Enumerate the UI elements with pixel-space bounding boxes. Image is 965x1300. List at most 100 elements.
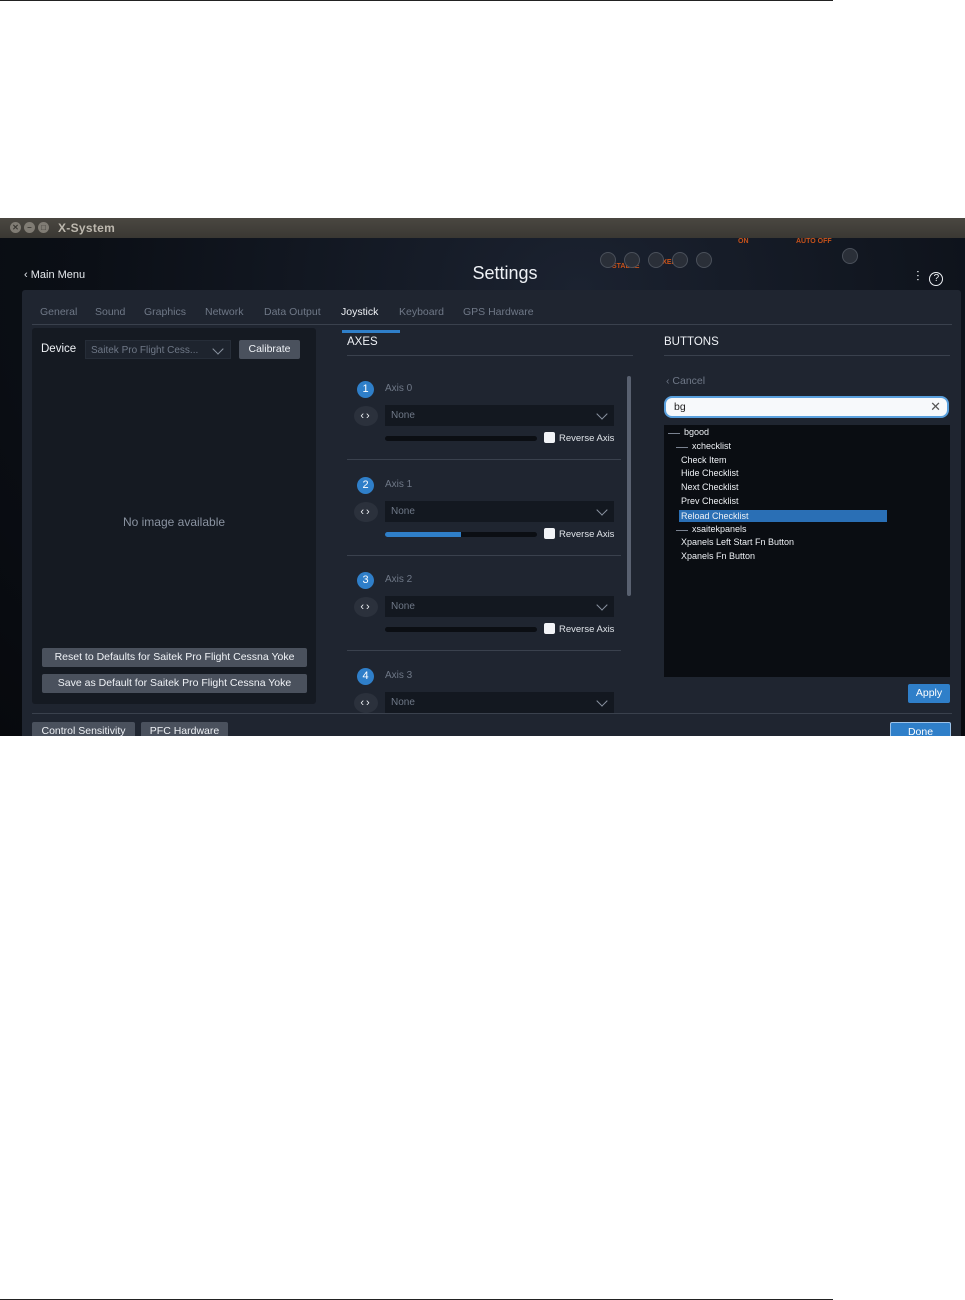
tree-branch-line: [676, 530, 688, 531]
tree-item[interactable]: Xpanels Fn Button: [681, 551, 755, 561]
cancel-label: Cancel: [672, 375, 706, 387]
page-top-rule: [0, 0, 833, 1]
buttons-title-divider: [664, 355, 950, 356]
no-image-text: No image available: [122, 515, 226, 529]
axis-direction-arrows-icon[interactable]: ‹›: [354, 597, 378, 617]
tree-group[interactable]: xsaitekpanels: [692, 524, 747, 534]
axis-select-value: None: [391, 506, 415, 517]
axis-select-value: None: [391, 601, 415, 612]
calibrate-button[interactable]: Calibrate: [239, 340, 300, 359]
active-tab-indicator: [342, 330, 400, 333]
button-search-input[interactable]: bg ✕: [664, 396, 949, 418]
axis-level-fill: [385, 532, 461, 537]
command-tree: bgood xchecklist Check Item Hide Checklist N…: [664, 425, 950, 677]
tab-joystick[interactable]: Joystick: [341, 306, 378, 318]
help-icon[interactable]: ?: [929, 272, 944, 286]
tab-network[interactable]: Network: [205, 306, 244, 318]
minimize-window-icon[interactable]: –: [24, 222, 35, 233]
pfc-hardware-button[interactable]: PFC Hardware: [141, 722, 228, 736]
axis-divider: [347, 459, 621, 460]
reverse-axis-checkbox[interactable]: [544, 623, 555, 634]
tab-bar: General Sound Graphics Network Data Outp…: [32, 300, 952, 333]
axis-select-value: None: [391, 697, 415, 708]
axes-scrollbar[interactable]: [627, 376, 631, 596]
device-select[interactable]: Saitek Pro Flight Cess...: [85, 340, 231, 359]
device-select-value: Saitek Pro Flight Cess...: [91, 345, 199, 356]
axes-title-divider: [347, 355, 633, 356]
reverse-axis-checkbox[interactable]: [544, 528, 555, 539]
chevron-down-icon: [596, 695, 608, 707]
tree-branch-line: [676, 447, 688, 448]
chevron-down-icon: [596, 504, 608, 516]
device-panel: Device Saitek Pro Flight Cess... Calibra…: [32, 328, 316, 704]
axis-number: 2: [357, 477, 374, 494]
axis-label: Axis 3: [385, 670, 413, 681]
chevron-left-icon: ‹: [666, 375, 670, 387]
cockpit-knob: [842, 248, 858, 264]
reverse-axis-label: Reverse Axis: [559, 529, 615, 540]
tree-item[interactable]: Hide Checklist: [681, 468, 739, 478]
close-window-icon[interactable]: ✕: [10, 222, 21, 233]
axis-level-bar: [385, 532, 537, 537]
axis-select-value: None: [391, 410, 415, 421]
maximize-window-icon[interactable]: □: [38, 222, 49, 233]
title-bar: ✕ – □ X-System: [0, 218, 965, 238]
axis-select[interactable]: None: [385, 501, 614, 522]
axis-direction-arrows-icon[interactable]: ‹›: [354, 693, 378, 713]
axis-direction-arrows-icon[interactable]: ‹›: [354, 502, 378, 522]
device-label: Device: [41, 343, 77, 355]
page-title: Settings: [472, 263, 538, 283]
axis-label: Axis 0: [385, 383, 413, 394]
tree-group[interactable]: bgood: [684, 427, 709, 437]
axis-select[interactable]: None: [385, 405, 614, 426]
cockpit-background: ON AUTO OFF FIXED STABLE ‹ Main Menu Set…: [0, 238, 965, 736]
tree-item[interactable]: Next Checklist: [681, 482, 739, 492]
tree-group[interactable]: xchecklist: [692, 441, 731, 451]
background-label: ON: [738, 238, 749, 245]
tab-keyboard[interactable]: Keyboard: [399, 306, 444, 318]
axis-divider: [347, 650, 621, 651]
axis-level-bar: [385, 436, 537, 441]
tree-item[interactable]: Check Item: [681, 455, 727, 465]
tab-graphics[interactable]: Graphics: [144, 306, 186, 318]
header-icons: ⫶ ?: [916, 268, 944, 286]
axis-select[interactable]: None: [385, 596, 614, 617]
window-title: X-System: [58, 221, 116, 235]
axis-level-bar: [385, 627, 537, 632]
chevron-down-icon: [596, 408, 608, 420]
tab-sound[interactable]: Sound: [95, 306, 125, 318]
tree-branch-line: [668, 433, 680, 434]
axis-direction-arrows-icon[interactable]: ‹›: [354, 406, 378, 426]
done-button[interactable]: Done: [890, 722, 951, 736]
tree-item[interactable]: Xpanels Left Start Fn Button: [681, 537, 794, 547]
search-value: bg: [674, 401, 686, 413]
apply-button[interactable]: Apply: [908, 684, 950, 703]
reverse-axis-label: Reverse Axis: [559, 433, 615, 444]
axis-label: Axis 1: [385, 479, 413, 490]
save-default-button[interactable]: Save as Default for Saitek Pro Flight Ce…: [42, 674, 307, 693]
axis-divider: [347, 555, 621, 556]
chevron-down-icon: [596, 599, 608, 611]
tab-gps-hardware[interactable]: GPS Hardware: [463, 306, 534, 318]
reverse-axis-checkbox[interactable]: [544, 432, 555, 443]
settings-panel: General Sound Graphics Network Data Outp…: [22, 290, 961, 736]
tree-item[interactable]: Prev Checklist: [681, 496, 739, 506]
sliders-icon[interactable]: ⫶: [916, 268, 920, 284]
buttons-title: BUTTONS: [664, 336, 719, 348]
reverse-axis-label: Reverse Axis: [559, 624, 615, 635]
clear-search-icon[interactable]: ✕: [930, 398, 941, 416]
axes-title: AXES: [347, 336, 378, 348]
footer-divider: [32, 713, 952, 714]
axis-label: Axis 2: [385, 574, 413, 585]
axis-select[interactable]: None: [385, 692, 614, 713]
cancel-link[interactable]: ‹ Cancel: [666, 375, 705, 387]
axis-number: 3: [357, 572, 374, 589]
control-sensitivity-button[interactable]: Control Sensitivity: [32, 722, 135, 736]
reset-defaults-button[interactable]: Reset to Defaults for Saitek Pro Flight …: [42, 648, 307, 667]
tree-item[interactable]: Reload Checklist: [679, 510, 887, 522]
tab-data-output[interactable]: Data Output: [264, 306, 321, 318]
tab-general[interactable]: General: [40, 306, 77, 318]
axis-number: 1: [357, 381, 374, 398]
background-label: AUTO OFF: [796, 238, 832, 245]
axis-number: 4: [357, 668, 374, 685]
